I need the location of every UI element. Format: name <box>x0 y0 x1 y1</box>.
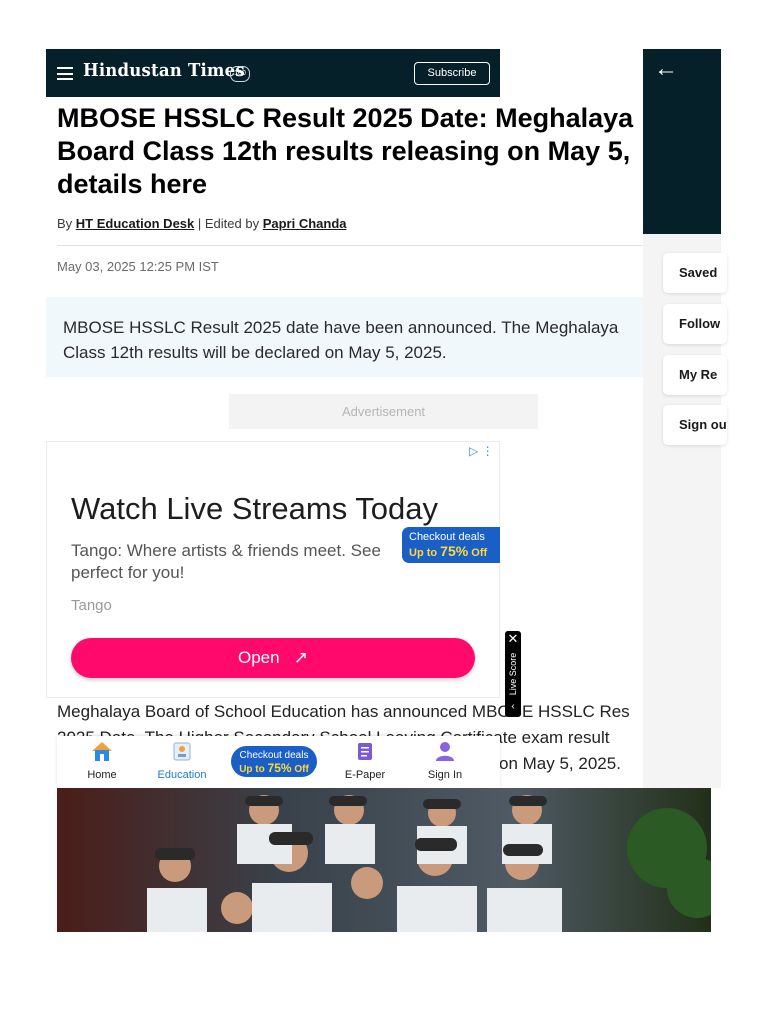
deals-tag-percent: 75% <box>440 543 469 559</box>
drawer-item-sign-out[interactable]: Sign ou <box>663 405 727 445</box>
article-summary-box: MBOSE HSSLC Result 2025 date have been a… <box>46 297 648 377</box>
chevron-left-icon[interactable]: ‹ <box>505 701 521 712</box>
site-header: Hindustan Times 100 Subscribe <box>46 49 500 97</box>
live-score-tab[interactable]: ✕ Live Score ‹ <box>505 631 521 717</box>
checkout-deals-tag[interactable]: Checkout deals Up to 75% Off <box>402 527 500 563</box>
byline: By HT Education Desk | Edited by Papri C… <box>57 216 347 231</box>
site-logo[interactable]: Hindustan Times <box>83 60 245 81</box>
drawer-item-my-reads[interactable]: My Re <box>663 355 727 395</box>
nav-home[interactable]: Home <box>67 740 137 781</box>
home-icon <box>67 740 137 762</box>
nav-sign-in[interactable]: Sign In <box>410 740 480 781</box>
side-drawer-header: ← <box>643 49 721 234</box>
nav-deals-percent: 75% <box>267 761 292 775</box>
nav-epaper-label: E-Paper <box>344 769 386 781</box>
display-ad[interactable]: ▷ ⋮ Watch Live Streams Today Tango: Wher… <box>46 441 500 698</box>
nav-education-label: Education <box>157 769 207 781</box>
deals-tag-off: Off <box>471 547 488 559</box>
drawer-item-saved[interactable]: Saved <box>663 253 727 293</box>
live-score-label: Live Score <box>508 652 518 696</box>
adchoices-icon[interactable]: ▷ ⋮ <box>469 444 494 458</box>
advertisement-label: Advertisement <box>229 394 538 429</box>
nav-deals-off: Off <box>294 764 309 775</box>
arrow-left-icon[interactable]: ← <box>654 55 678 83</box>
ad-brand: Tango <box>71 597 112 614</box>
nav-checkout-deals[interactable]: Checkout deals Up to 75% Off <box>231 746 317 777</box>
arrow-up-right-icon: ↗ <box>284 648 309 667</box>
nav-home-label: Home <box>87 769 117 781</box>
nav-deals-up-to: Up to <box>239 764 265 775</box>
editor-link[interactable]: Papri Chanda <box>263 216 347 231</box>
publish-date: May 03, 2025 12:25 PM IST <box>57 259 219 274</box>
nav-education[interactable]: Education <box>147 740 217 781</box>
deals-tag-title: Checkout deals <box>409 531 485 543</box>
user-icon <box>410 740 480 762</box>
nav-sign-in-label: Sign In <box>427 769 463 781</box>
subscribe-button[interactable]: Subscribe <box>414 62 490 85</box>
author-link[interactable]: HT Education Desk <box>76 216 194 231</box>
body-line: Meghalaya Board of School Education has … <box>57 702 630 721</box>
drawer-item-follow[interactable]: Follow <box>663 304 727 344</box>
students-photo-illustration <box>57 788 711 932</box>
byline-prefix: By <box>57 216 73 231</box>
hamburger-menu-icon[interactable] <box>57 67 73 80</box>
education-icon <box>147 740 217 762</box>
anniversary-badge: 100 <box>230 66 250 82</box>
article-hero-image <box>57 788 711 932</box>
ad-open-label: Open <box>237 648 280 667</box>
ad-title[interactable]: Watch Live Streams Today <box>71 491 438 527</box>
article-summary: MBOSE HSSLC Result 2025 date have been a… <box>63 318 619 362</box>
ad-open-button[interactable]: Open ↗ <box>71 638 475 678</box>
article-headline: MBOSE HSSLC Result 2025 Date: Meghalaya … <box>57 103 634 199</box>
epaper-icon <box>330 740 400 762</box>
side-drawer-menu: Saved Follow My Re Sign ou <box>643 234 727 788</box>
byline-divider <box>57 245 647 246</box>
bottom-navigation: Home Education Checkout deals Up to 75% … <box>57 736 500 788</box>
deals-tag-up-to: Up to <box>409 547 438 559</box>
edited-by-prefix: | Edited by <box>197 216 260 231</box>
ad-description: Tango: Where artists & friends meet. See… <box>71 541 381 582</box>
nav-epaper[interactable]: E-Paper <box>330 740 400 781</box>
